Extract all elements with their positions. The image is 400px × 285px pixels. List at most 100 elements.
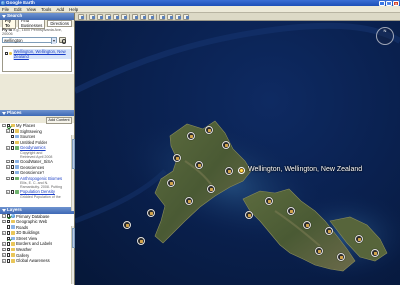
photo-marker[interactable] bbox=[187, 132, 195, 140]
compass-icon[interactable] bbox=[376, 27, 394, 45]
photo-marker[interactable] bbox=[225, 167, 233, 175]
places-checkbox[interactable] bbox=[10, 146, 14, 150]
earth-map-view[interactable]: Wellington, Wellington, New Zealand bbox=[75, 21, 400, 285]
photo-marker[interactable] bbox=[167, 179, 175, 187]
photo-marker[interactable] bbox=[371, 249, 379, 257]
layers-checkbox[interactable] bbox=[6, 253, 10, 257]
add-path-button[interactable] bbox=[105, 13, 111, 20]
expand-icon[interactable]: + bbox=[2, 231, 6, 235]
places-checkbox[interactable] bbox=[10, 129, 14, 133]
expand-icon[interactable]: + bbox=[6, 190, 10, 194]
photo-marker[interactable] bbox=[207, 185, 215, 193]
layers-item-label: Weather bbox=[16, 247, 32, 253]
expand-icon[interactable]: + bbox=[6, 129, 10, 133]
places-checkbox[interactable] bbox=[10, 176, 14, 181]
photo-marker[interactable] bbox=[337, 253, 345, 261]
expand-icon[interactable]: + bbox=[6, 159, 10, 164]
places-item-label[interactable]: Geodynamics bbox=[20, 145, 46, 150]
toolbar-separator bbox=[129, 13, 130, 20]
folder-icon bbox=[15, 140, 19, 145]
expand-icon[interactable]: + bbox=[6, 176, 10, 181]
sunlight-button[interactable] bbox=[140, 13, 146, 20]
places-checkbox[interactable] bbox=[10, 140, 14, 145]
places-checkbox[interactable] bbox=[10, 134, 14, 139]
collapse-icon[interactable]: - bbox=[2, 214, 6, 218]
expand-icon[interactable]: + bbox=[2, 219, 6, 224]
expand-icon[interactable]: + bbox=[2, 247, 6, 252]
historical-imagery-button[interactable] bbox=[132, 13, 138, 20]
photo-marker[interactable] bbox=[222, 141, 230, 149]
places-panel-title: Places bbox=[7, 109, 22, 115]
expand-icon[interactable]: + bbox=[2, 242, 6, 246]
email-button[interactable] bbox=[167, 13, 173, 20]
expand-icon[interactable]: + bbox=[6, 165, 10, 169]
photo-marker[interactable] bbox=[303, 221, 311, 229]
places-checkbox[interactable] bbox=[10, 165, 14, 169]
search-result-row[interactable]: Wellington, Wellington, New Zealand bbox=[5, 48, 71, 59]
layers-checkbox[interactable] bbox=[6, 236, 10, 241]
record-tour-button[interactable] bbox=[121, 13, 127, 20]
search-panel-header[interactable]: Search bbox=[0, 13, 74, 20]
expand-icon[interactable]: + bbox=[6, 146, 10, 150]
layers-checkbox[interactable] bbox=[6, 231, 10, 235]
search-result-placemark-icon[interactable] bbox=[238, 167, 245, 174]
hide-sidebar-button[interactable] bbox=[78, 13, 84, 20]
search-history-dropdown[interactable] bbox=[51, 38, 56, 44]
photo-marker[interactable] bbox=[205, 126, 213, 134]
search-result-link[interactable]: Wellington, Wellington, New Zealand bbox=[12, 48, 71, 59]
view-in-maps-button[interactable] bbox=[183, 13, 189, 20]
minimize-button[interactable]: _ bbox=[379, 0, 385, 6]
expand-icon[interactable]: + bbox=[2, 259, 6, 263]
menu-help[interactable]: Help bbox=[69, 7, 78, 12]
photo-marker[interactable] bbox=[265, 197, 273, 205]
photo-marker[interactable] bbox=[137, 237, 145, 245]
photo-marker[interactable] bbox=[147, 209, 155, 217]
photo-marker[interactable] bbox=[325, 227, 333, 235]
menu-view[interactable]: View bbox=[27, 7, 36, 12]
search-go-button[interactable] bbox=[59, 37, 66, 44]
places-checkbox[interactable] bbox=[6, 123, 10, 128]
places-item-label[interactable]: Population Density bbox=[20, 189, 55, 194]
places-scrollbar[interactable] bbox=[71, 135, 75, 211]
photo-marker[interactable] bbox=[355, 235, 363, 243]
add-image-overlay-button[interactable] bbox=[113, 13, 119, 20]
places-checkbox[interactable] bbox=[10, 170, 14, 175]
places-item-label: My Places bbox=[16, 123, 36, 128]
places-checkbox[interactable] bbox=[10, 190, 14, 194]
layers-checkbox[interactable] bbox=[6, 242, 10, 246]
photo-marker[interactable] bbox=[315, 247, 323, 255]
search-input[interactable]: wellington bbox=[2, 37, 57, 44]
layers-checkbox[interactable] bbox=[6, 225, 10, 229]
ruler-button[interactable] bbox=[159, 13, 165, 20]
photo-marker[interactable] bbox=[195, 161, 203, 169]
layers-scrollbar[interactable] bbox=[71, 226, 75, 284]
photo-marker[interactable] bbox=[123, 221, 131, 229]
switch-to-sky-button[interactable] bbox=[148, 13, 154, 20]
tab-directions[interactable]: Directions bbox=[47, 19, 72, 27]
menu-file[interactable]: File bbox=[2, 7, 9, 12]
places-checkbox[interactable] bbox=[10, 159, 14, 164]
layers-item-label: 3D Buildings bbox=[16, 230, 40, 236]
layers-checkbox[interactable] bbox=[6, 214, 10, 218]
close-button[interactable]: × bbox=[393, 0, 399, 6]
collapse-icon[interactable]: - bbox=[2, 123, 6, 128]
menu-tools[interactable]: Tools bbox=[41, 7, 51, 12]
layers-checkbox[interactable] bbox=[6, 247, 10, 252]
maximize-button[interactable]: □ bbox=[386, 0, 392, 6]
photo-marker[interactable] bbox=[287, 207, 295, 215]
add-polygon-button[interactable] bbox=[97, 13, 103, 20]
layers-checkbox[interactable] bbox=[6, 259, 10, 263]
photo-marker[interactable] bbox=[245, 211, 253, 219]
result-checkbox[interactable] bbox=[5, 51, 9, 56]
photo-marker[interactable] bbox=[185, 197, 193, 205]
print-button[interactable] bbox=[175, 13, 181, 20]
layers-checkbox[interactable] bbox=[6, 219, 10, 224]
add-placemark-button[interactable] bbox=[89, 13, 95, 20]
menu-add[interactable]: Add bbox=[56, 7, 64, 12]
places-item-label[interactable]: Anthropogenic Biomes bbox=[20, 176, 62, 181]
expand-icon[interactable]: + bbox=[2, 253, 6, 257]
photo-marker[interactable] bbox=[173, 154, 181, 162]
layers-item[interactable]: + Global Awareness bbox=[2, 258, 73, 264]
menu-edit[interactable]: Edit bbox=[14, 7, 22, 12]
